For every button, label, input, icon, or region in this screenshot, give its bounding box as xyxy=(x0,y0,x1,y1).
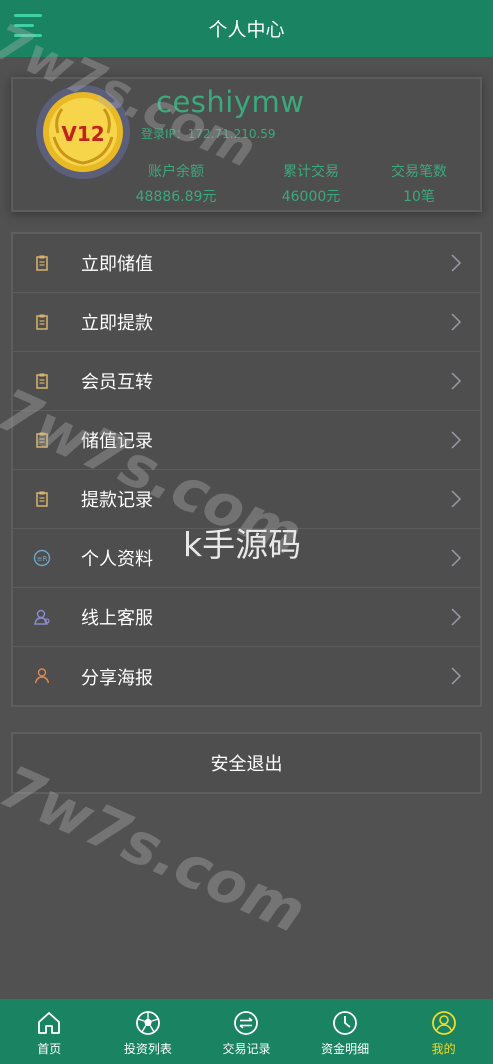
menu-item-transfer[interactable]: 会员互转 xyxy=(13,352,480,411)
stat-label: 累计交易 xyxy=(283,164,339,180)
clipboard-icon xyxy=(36,314,48,330)
stat-label: 账户余额 xyxy=(148,164,204,180)
stat-value: 48886.89元 xyxy=(135,189,217,205)
menu-list: 立即储值 立即提款 会员互转 储值记录 提款记录 ≡R 个人资料 线上客服 分享… xyxy=(11,232,482,707)
menu-item-label: 储值记录 xyxy=(81,431,153,452)
stat-value: 46000元 xyxy=(281,189,341,205)
stat-trade-count: 交易笔数 10笔 xyxy=(364,161,474,206)
logout-button[interactable]: 安全退出 xyxy=(11,732,482,794)
username: ceshiymw xyxy=(156,85,305,119)
menu-item-label: 立即储值 xyxy=(81,254,153,275)
stat-total-trade: 累计交易 46000元 xyxy=(256,161,366,206)
menu-item-label: 线上客服 xyxy=(81,608,153,629)
chevron-right-icon xyxy=(451,490,462,508)
chevron-right-icon xyxy=(451,372,462,390)
clock-icon xyxy=(333,1011,357,1035)
menu-item-deposit[interactable]: 立即储值 xyxy=(13,234,480,293)
profile-card: V12 ceshiymw 登录IP：172.71.210.59 账户余额 488… xyxy=(11,77,482,212)
tab-fund-details[interactable]: 资金明细 xyxy=(296,999,395,1064)
menu-item-share-poster[interactable]: 分享海报 xyxy=(13,647,480,706)
menu-item-deposit-records[interactable]: 储值记录 xyxy=(13,411,480,470)
clipboard-icon xyxy=(36,491,48,507)
clipboard-icon xyxy=(36,373,48,389)
tab-label: 交易记录 xyxy=(222,1042,271,1056)
menu-item-withdraw[interactable]: 立即提款 xyxy=(13,293,480,352)
menu-item-customer-service[interactable]: 线上客服 xyxy=(13,588,480,647)
tab-label: 资金明细 xyxy=(321,1042,370,1056)
svg-text:≡R: ≡R xyxy=(37,555,48,563)
vip-badge: V12 xyxy=(36,85,130,179)
chevron-right-icon xyxy=(451,549,462,567)
menu-item-label: 立即提款 xyxy=(81,313,153,334)
vip-level-text: V12 xyxy=(61,122,104,146)
chevron-right-icon xyxy=(451,431,462,449)
chevron-right-icon xyxy=(451,313,462,331)
vip-medal-icon: V12 xyxy=(43,92,123,172)
exchange-icon xyxy=(234,1011,259,1035)
share-user-icon xyxy=(34,668,50,684)
user-circle-icon xyxy=(431,1011,456,1035)
tab-investment-list[interactable]: 投资列表 xyxy=(99,999,198,1064)
stat-label: 交易笔数 xyxy=(391,164,447,180)
hamburger-menu-icon[interactable] xyxy=(14,14,42,40)
tab-label: 我的 xyxy=(431,1042,456,1056)
menu-item-label: 会员互转 xyxy=(81,372,153,393)
top-header: 个人中心 xyxy=(0,0,493,57)
page-title: 个人中心 xyxy=(208,19,285,41)
bottom-tab-bar: 首页 投资列表 交易记录 资金明细 我的 xyxy=(0,999,493,1064)
menu-item-label: 分享海报 xyxy=(81,667,153,689)
tab-mine[interactable]: 我的 xyxy=(394,999,493,1064)
clipboard-icon xyxy=(36,432,48,448)
ball-icon xyxy=(135,1011,160,1035)
stat-balance: 账户余额 48886.89元 xyxy=(121,161,231,206)
chevron-right-icon xyxy=(451,254,462,272)
menu-item-label: 提款记录 xyxy=(81,490,153,511)
tab-label: 首页 xyxy=(37,1042,62,1056)
profile-card-icon: ≡R xyxy=(33,549,51,567)
stat-value: 10笔 xyxy=(403,189,435,205)
tab-trade-records[interactable]: 交易记录 xyxy=(197,999,296,1064)
tab-home[interactable]: 首页 xyxy=(0,999,99,1064)
menu-item-withdraw-records[interactable]: 提款记录 xyxy=(13,470,480,529)
login-ip: 登录IP：172.71.210.59 xyxy=(141,127,276,141)
clipboard-icon xyxy=(36,255,48,271)
chevron-right-icon xyxy=(451,667,462,685)
chevron-right-icon xyxy=(451,608,462,626)
tab-label: 投资列表 xyxy=(123,1042,172,1056)
customer-service-icon xyxy=(34,609,50,625)
menu-item-label: 个人资料 xyxy=(81,549,153,570)
home-icon xyxy=(38,1012,61,1034)
menu-item-profile[interactable]: ≡R 个人资料 xyxy=(13,529,480,588)
